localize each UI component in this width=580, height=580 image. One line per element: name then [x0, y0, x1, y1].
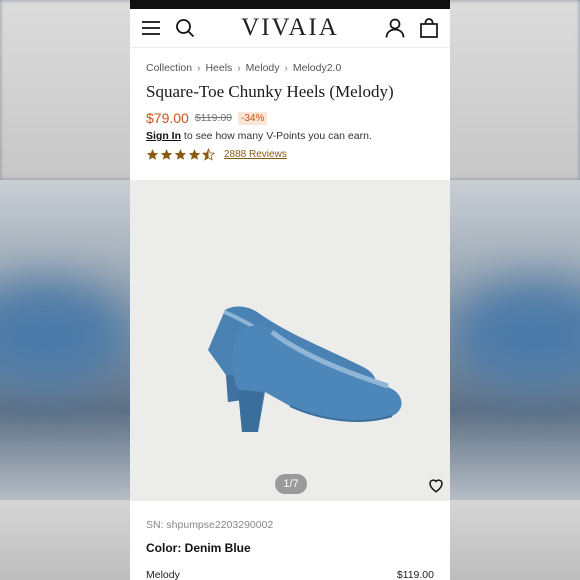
star-icon — [160, 149, 173, 160]
chevron-right-icon: › — [237, 62, 241, 74]
breadcrumb-melody2[interactable]: Melody2.0 — [293, 62, 341, 74]
site-header: VIVAIA — [130, 9, 450, 48]
product-image — [180, 280, 410, 440]
breadcrumb-melody[interactable]: Melody — [246, 62, 280, 74]
points-text: to see how many V-Points you can earn. — [181, 130, 372, 142]
account-icon[interactable] — [384, 17, 406, 39]
image-counter: 1/7 — [275, 474, 307, 494]
heart-icon[interactable] — [425, 474, 447, 496]
color-value: Denim Blue — [184, 541, 251, 555]
star-icon — [174, 149, 187, 160]
rating-row: 2888 Reviews — [146, 148, 434, 161]
reviews-link[interactable]: 2888 Reviews — [224, 149, 287, 160]
star-icon — [188, 149, 201, 160]
chevron-right-icon: › — [284, 62, 288, 74]
breadcrumb-heels[interactable]: Heels — [205, 62, 232, 74]
original-price: $119.00 — [194, 112, 233, 124]
sign-in-link[interactable]: Sign In — [146, 130, 181, 142]
hamburger-menu-icon[interactable] — [140, 17, 162, 39]
color-label: Color: — [146, 541, 185, 555]
model-row[interactable]: Melody $119.00 — [146, 569, 434, 580]
shopping-bag-icon[interactable] — [418, 17, 440, 39]
color-row: Color: Denim Blue — [146, 541, 434, 555]
brand-logo[interactable]: VIVAIA — [241, 14, 339, 42]
breadcrumb-collection[interactable]: Collection — [146, 62, 192, 74]
discount-badge: -34% — [238, 111, 268, 125]
product-sn: SN: shpumpse2203290002 — [146, 519, 274, 531]
chevron-right-icon: › — [197, 62, 201, 74]
shoe-front-illustration — [232, 325, 402, 432]
price-row: $79.00 $119.00 -34% — [146, 110, 434, 126]
phone-screen: VIVAIA Collection › Heels › Melody › Mel… — [130, 0, 450, 580]
model-name: Melody — [146, 569, 180, 580]
product-info: Collection › Heels › Melody › Melody2.0 … — [130, 48, 450, 161]
half-star-icon — [202, 148, 215, 161]
sale-price: $79.00 — [146, 110, 189, 126]
product-gallery[interactable]: 1/7 — [130, 180, 450, 501]
product-details: SN: shpumpse2203290002 Color: Denim Blue… — [130, 501, 450, 580]
star-icon — [146, 149, 159, 160]
product-title: Square-Toe Chunky Heels (Melody) — [146, 82, 394, 101]
search-icon[interactable] — [174, 17, 196, 39]
status-bar — [130, 0, 450, 9]
points-prompt: Sign In to see how many V-Points you can… — [146, 130, 434, 142]
breadcrumb: Collection › Heels › Melody › Melody2.0 — [146, 62, 434, 74]
model-price: $119.00 — [396, 569, 434, 580]
star-rating — [146, 148, 215, 161]
